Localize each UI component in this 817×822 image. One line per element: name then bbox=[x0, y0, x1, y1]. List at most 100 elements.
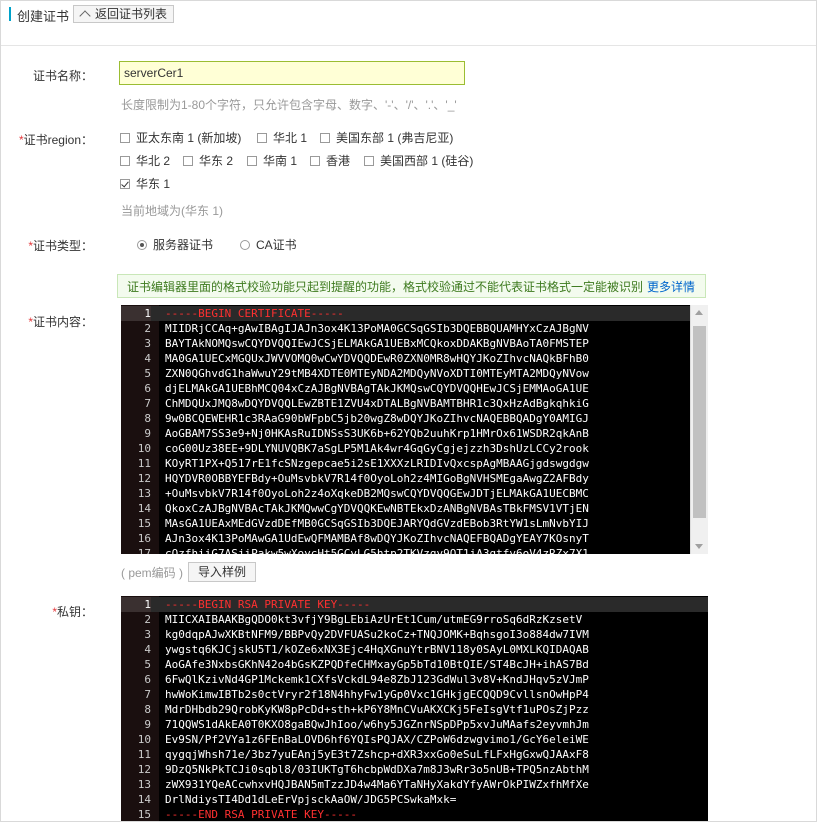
region-checkbox-us-east-1[interactable]: 美国东部 1 (弗吉尼亚) bbox=[320, 129, 453, 146]
region-option-label: 华北 2 bbox=[136, 154, 171, 168]
line-number: 1 bbox=[121, 597, 151, 612]
line-text: 9DzQ5NkPkTCJi0sqbl8/03IUKTgT6hcbpWdDXa7m… bbox=[165, 763, 589, 776]
radio-option-label: 服务器证书 bbox=[153, 238, 214, 252]
notice-text: 证书编辑器里面的格式校验功能只起到提醒的功能，格式校验通过不能代表证书格式一定能… bbox=[127, 280, 644, 294]
line-text: MAsGA1UEAxMEdGVzdDEfMB0GCSqGSIb3DQEJARYQ… bbox=[165, 517, 589, 530]
line-number: 5 bbox=[144, 658, 151, 671]
region-option-label: 华东 1 bbox=[136, 177, 171, 191]
line-number: 9 bbox=[144, 718, 151, 731]
editor-line: 9 AoGBAM7SS3e9+Nj0HKAsRuIDNSsS3UK6b+62YQb… bbox=[121, 426, 690, 441]
format-check-notice: 证书编辑器里面的格式校验功能只起到提醒的功能，格式校验通过不能代表证书格式一定能… bbox=[117, 274, 706, 298]
line-number: 16 bbox=[137, 532, 151, 545]
line-text: +OuMsvbkV7R14f0OyoLoh2z4oXqkeDB2MQswCQYD… bbox=[165, 487, 589, 500]
checkbox-box bbox=[183, 155, 193, 166]
back-to-list-button[interactable]: 返回证书列表 bbox=[73, 5, 175, 23]
editor-line: 10 coG00Uz38EE+9DLYNUVQBK7aSgLP5M1Ak4wr4G… bbox=[121, 441, 690, 456]
line-number: 2 bbox=[144, 322, 151, 335]
editor-line: 1 -----BEGIN CERTIFICATE----- bbox=[121, 306, 690, 321]
editor-line: 4 ywgstq6KJCjskU5T1/kOZe6xNX3Ejc4HqXGnuYt… bbox=[121, 642, 708, 657]
checkbox-box bbox=[364, 155, 374, 166]
radio-dot bbox=[240, 239, 250, 250]
region-checkbox-cn-north-2[interactable]: 华北 2 bbox=[120, 152, 170, 169]
line-text: QkoxCzAJBgNVBAcTAkJKMQwwCgYDVQQKEwNBTEkx… bbox=[165, 502, 589, 515]
line-text: -----END RSA PRIVATE KEY----- bbox=[165, 808, 358, 821]
editor-line: 12 9DzQ5NkPkTCJi0sqbl8/03IUKTgT6hcbpWdDXa… bbox=[121, 762, 708, 777]
region-option-label: 华北 1 bbox=[273, 131, 308, 145]
editor-line: 16 AJn3ox4K13PoMAwGA1UdEwQFMAMBAf8wDQYJKo… bbox=[121, 531, 690, 546]
current-region-text: 当前地域为(华东 1) bbox=[121, 204, 224, 218]
radio-dot bbox=[137, 239, 147, 250]
line-number: 6 bbox=[144, 382, 151, 395]
private-key-label-text: 私钥： bbox=[56, 605, 93, 619]
checkbox-box bbox=[257, 132, 267, 143]
editor-line: 2 MIIDRjCCAq+gAwIBAgIJAJn3ox4K13PoMA0GCSq… bbox=[121, 321, 690, 336]
region-checkbox-us-west-1[interactable]: 美国西部 1 (硅谷) bbox=[364, 152, 473, 169]
editor-line: 8 9w0BCQEWEHR1c3RAaG90bWFpbC5jb20wgZ8wDQY… bbox=[121, 411, 690, 426]
line-text: ywgstq6KJCjskU5T1/kOZe6xNX3Ejc4HqXGnuYtr… bbox=[165, 643, 589, 656]
cert-name-input[interactable] bbox=[119, 61, 465, 85]
line-number: 7 bbox=[144, 688, 151, 701]
more-details-link[interactable]: 更多详情 bbox=[647, 280, 695, 294]
editor-line: 3 kg0dqpAJwXKBtNFM9/BBPvQy2DVFUASu2koCz+T… bbox=[121, 627, 708, 642]
radio-ca-cert[interactable]: CA证书 bbox=[240, 236, 297, 253]
line-number: 15 bbox=[137, 808, 151, 821]
region-label-text: 证书region： bbox=[23, 133, 93, 147]
private-key-editor[interactable]: 1 -----BEGIN RSA PRIVATE KEY----- 2 MIICXAI… bbox=[121, 596, 708, 821]
line-number: 12 bbox=[137, 472, 151, 485]
line-text: KOyRT1PX+Q517rE1fcSNzgepcae5i2sE1XXXzLRI… bbox=[165, 457, 589, 470]
line-number: 11 bbox=[137, 457, 151, 470]
scroll-down-icon[interactable] bbox=[695, 544, 703, 549]
line-number: 4 bbox=[144, 643, 151, 656]
cert-content-label-text: 证书内容： bbox=[32, 315, 93, 329]
checkbox-box bbox=[247, 155, 257, 166]
checkbox-box bbox=[120, 155, 130, 166]
line-number: 7 bbox=[144, 397, 151, 410]
line-text: DrlNdiysTI4Dd1dLeErVpjsckAaOW/JDG5PCSwka… bbox=[165, 793, 457, 806]
radio-server-cert[interactable]: 服务器证书 bbox=[137, 236, 213, 253]
line-number: 8 bbox=[144, 412, 151, 425]
line-text: AJn3ox4K13PoMAwGA1UdEwQFMAMBAf8wDQYJKoZI… bbox=[165, 532, 589, 545]
line-text: ChMDQUxJMQ8wDQYDVQQLEwZBTE1ZVU4xDTALBgNV… bbox=[165, 397, 589, 410]
line-number: 5 bbox=[144, 367, 151, 380]
back-to-list-label: 返回证书列表 bbox=[95, 7, 168, 21]
cert-type-label: *证书类型： bbox=[28, 239, 93, 253]
region-checkbox-cn-south-1[interactable]: 华南 1 bbox=[247, 152, 297, 169]
line-text: cQzfhiiG7ASjiPakw5wXoycHt5GCvLG5htp2TKVz… bbox=[165, 547, 589, 554]
page-frame: 创建证书 返回证书列表 证书名称： 长度限制为1-80个字符，只允许包含字母、数… bbox=[0, 0, 817, 822]
region-option-label: 美国东部 1 (弗吉尼亚) bbox=[336, 131, 454, 145]
editor-line: 7 hwWoKimwIBTb2s0ctVryr2f18N4hhyFw1yGp0Vx… bbox=[121, 687, 708, 702]
region-checkbox-cn-east-1[interactable]: 华东 1 bbox=[120, 175, 170, 192]
cert-content-editor[interactable]: 1 -----BEGIN CERTIFICATE----- 2 MIIDRjCCAq+… bbox=[121, 305, 708, 554]
line-text: MdrDHbdb29QrobKyKW8pPcDd+sth+kP6Y8MnCVuA… bbox=[165, 703, 589, 716]
line-number: 8 bbox=[144, 703, 151, 716]
checkbox-box bbox=[310, 155, 320, 166]
region-option-label: 华东 2 bbox=[199, 154, 234, 168]
chevron-left-icon bbox=[79, 9, 91, 22]
editor-line: 3 BAYTAkNOMQswCQYDVQQIEwJCSjELMAkGA1UEBxM… bbox=[121, 336, 690, 351]
region-checkbox-ap-southeast-1[interactable]: 亚太东南 1 (新加坡) bbox=[120, 129, 241, 146]
editor-line: 6 6FwQlKzivNd4GP1Mckemk1CXfsVckdL94e8ZbJ1… bbox=[121, 672, 708, 687]
region-checkbox-cn-north-1[interactable]: 华北 1 bbox=[257, 129, 307, 146]
pem-encoding-label: ( pem编码 ) bbox=[121, 566, 184, 580]
editor-scrollbar[interactable] bbox=[690, 305, 708, 554]
line-number: 10 bbox=[137, 733, 151, 746]
line-number: 12 bbox=[137, 763, 151, 776]
line-text: ZXN0QGhvdG1haWwuY29tMB4XDTE0MTEyNDA2MDQy… bbox=[165, 367, 589, 380]
line-text: MIIDRjCCAq+gAwIBAgIJAJn3ox4K13PoMA0GCSqG… bbox=[165, 322, 589, 335]
cert-type-label-text: 证书类型： bbox=[32, 239, 93, 253]
line-number: 2 bbox=[144, 613, 151, 626]
region-option-label: 华南 1 bbox=[263, 154, 298, 168]
line-text: hwWoKimwIBTb2s0ctVryr2f18N4hhyFw1yGp0Vxc… bbox=[165, 688, 589, 701]
region-checkbox-cn-east-2[interactable]: 华东 2 bbox=[183, 152, 233, 169]
editor-line: 11 qygqjWhsh71e/3bz7yuEAnj5yE3t7Zshcp+dXR… bbox=[121, 747, 708, 762]
line-text: AoGBAM7SS3e9+Nj0HKAsRuIDNSsS3UK6b+62YQb2… bbox=[165, 427, 589, 440]
scroll-up-icon[interactable] bbox=[695, 310, 703, 315]
region-checkbox-hongkong[interactable]: 香港 bbox=[310, 152, 350, 169]
line-text: MA0GA1UECxMGQUxJWVVOMQ0wCwYDVQQDEwR0ZXN0… bbox=[165, 352, 589, 365]
page-title: 创建证书 bbox=[17, 9, 70, 24]
region-label: *证书region： bbox=[18, 133, 93, 147]
import-sample-button[interactable]: 导入样例 bbox=[188, 562, 257, 582]
line-text: 71QQWS1dAkEA0T0KXO8gaBQwJhIoo/w6hy5JGZnr… bbox=[165, 718, 589, 731]
scroll-thumb[interactable] bbox=[693, 326, 706, 518]
editor-line: 6 djELMAkGA1UEBhMCQ04xCzAJBgNVBAgTAkJKMQs… bbox=[121, 381, 690, 396]
